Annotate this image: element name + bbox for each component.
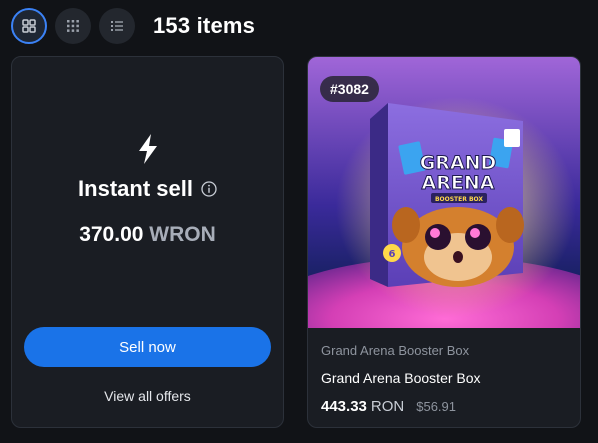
toolbar: 153 items xyxy=(11,8,255,44)
instant-sell-price: 370.00 WRON xyxy=(12,223,283,247)
list-icon xyxy=(111,21,123,31)
collection-name[interactable]: Grand Arena Booster Box xyxy=(321,343,469,358)
svg-text:GRAND: GRAND xyxy=(420,152,497,174)
ron-unit: RON xyxy=(370,398,405,415)
instant-sell-title: Instant sell xyxy=(78,176,193,201)
svg-text:BOOSTER BOX: BOOSTER BOX xyxy=(435,196,483,203)
sell-now-button[interactable]: Sell now xyxy=(24,327,271,367)
list-view-button[interactable] xyxy=(99,8,135,44)
items-count: 153 items xyxy=(153,13,256,38)
item-name[interactable]: Grand Arena Booster Box xyxy=(321,370,481,386)
view-all-offers-link[interactable]: View all offers xyxy=(12,388,283,404)
svg-text:ARENA: ARENA xyxy=(422,172,495,194)
dense-grid-icon xyxy=(67,20,79,32)
grid-view-button[interactable] xyxy=(11,8,47,44)
price-amount: 370.00 xyxy=(79,223,144,246)
ron-amount: 443.33 xyxy=(321,398,367,415)
instant-sell-card: Instant sell 370.00 WRON Sell now View a… xyxy=(11,56,284,428)
grid-icon xyxy=(22,19,36,33)
info-icon[interactable] xyxy=(201,181,217,197)
item-price: 443.33 RON $56.91 xyxy=(321,398,456,415)
price-unit: WRON xyxy=(149,223,216,246)
dense-grid-view-button[interactable] xyxy=(55,8,91,44)
instant-sell-heading: Instant sell xyxy=(12,176,283,202)
usd-price: $56.91 xyxy=(416,399,456,414)
token-id-badge: #3082 xyxy=(320,76,379,102)
svg-text:6: 6 xyxy=(389,249,396,260)
lightning-icon xyxy=(139,134,157,164)
item-card[interactable]: GRAND ARENA BOOSTER BOX 6 #3082 Grand Ar… xyxy=(307,56,581,428)
